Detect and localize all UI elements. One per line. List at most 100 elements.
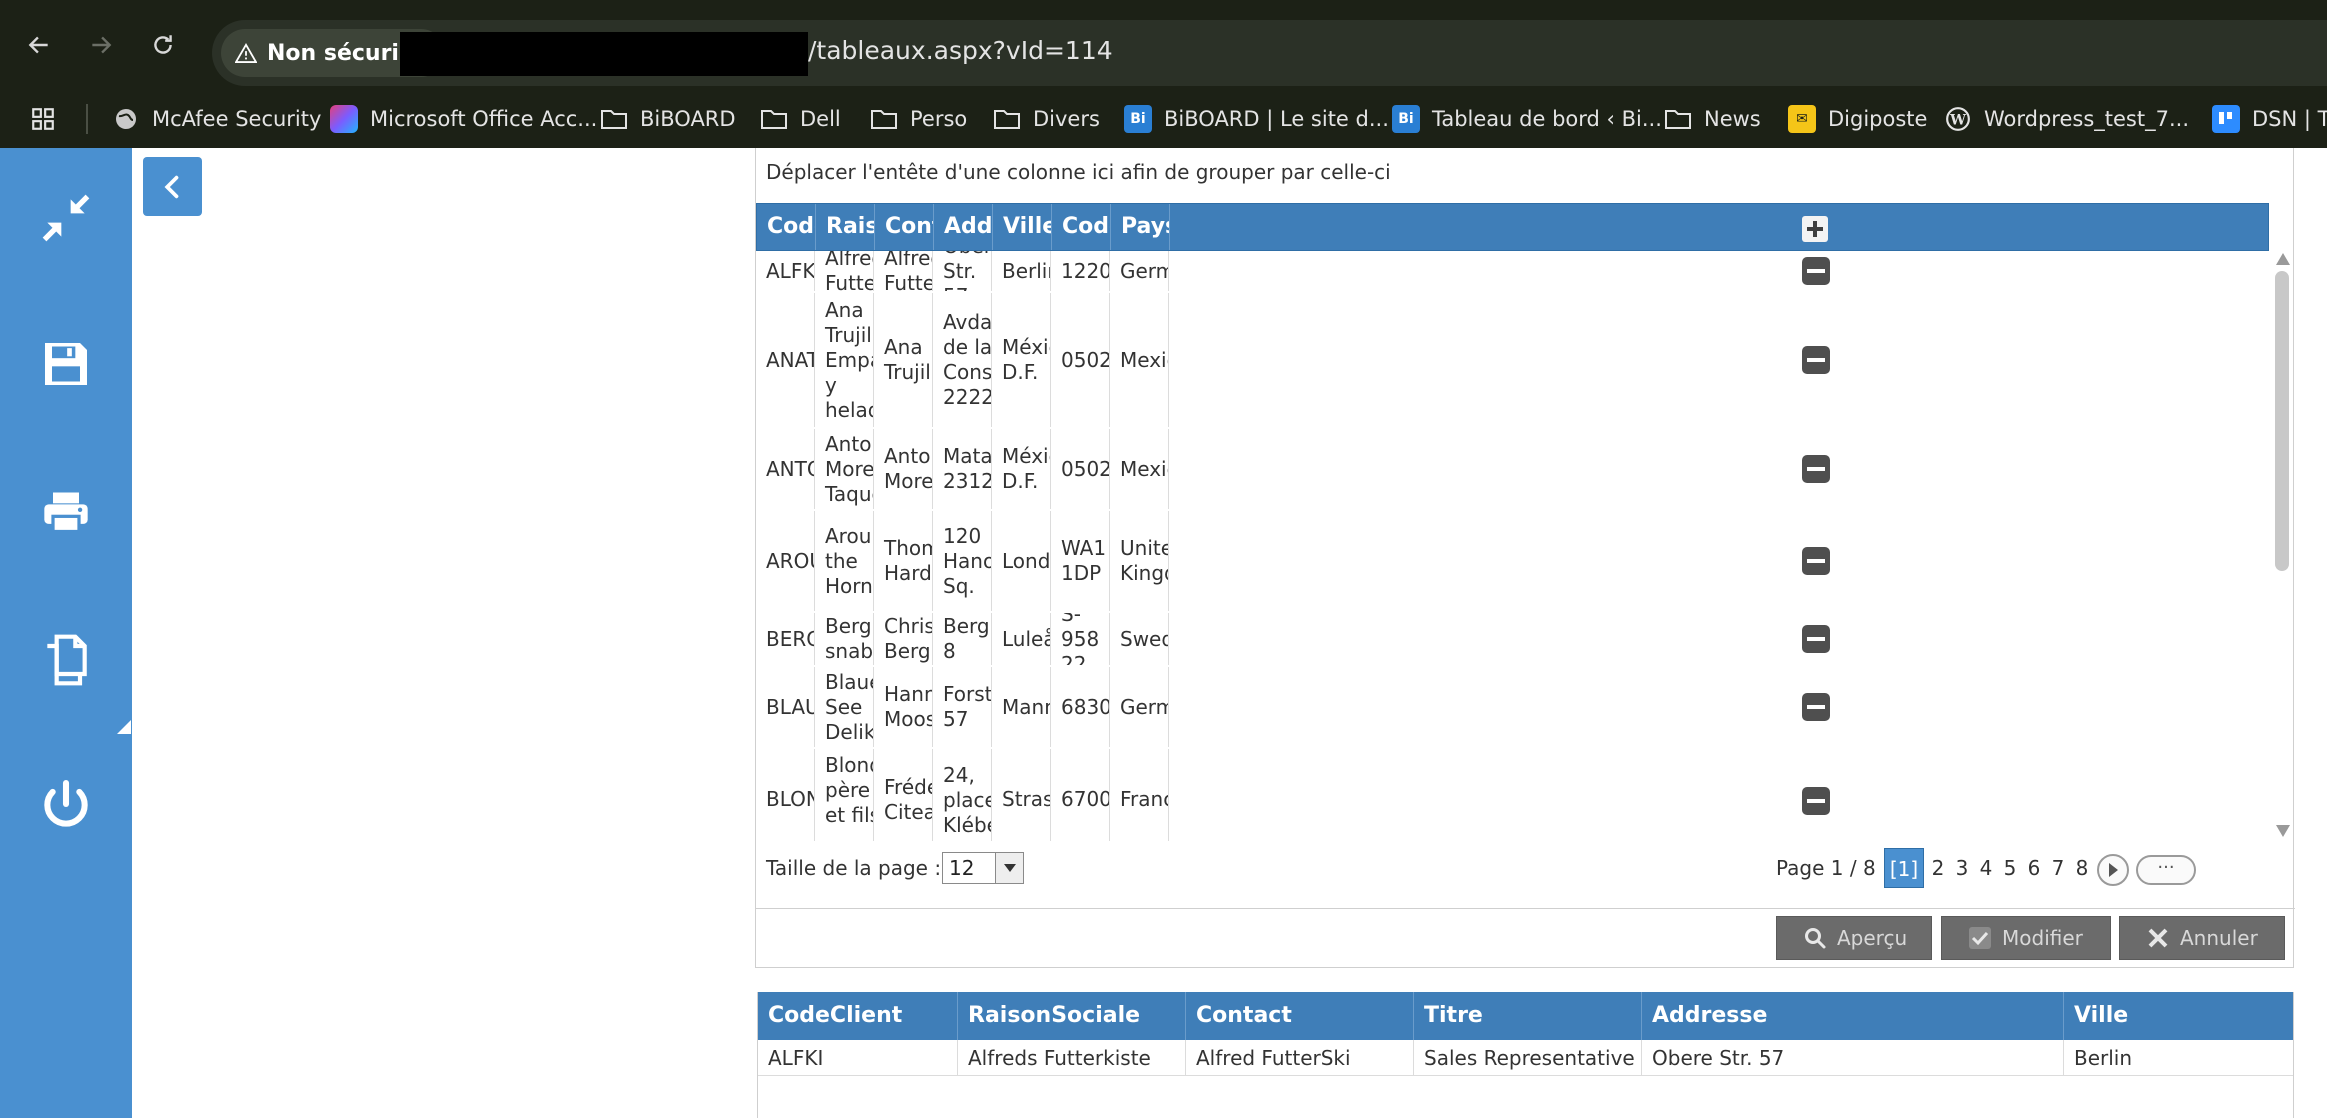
page-current[interactable]: [1] — [1884, 848, 1924, 888]
scroll-down-icon[interactable] — [2276, 825, 2290, 837]
delete-row-icon[interactable] — [1802, 693, 1830, 721]
column-header-pays[interactable]: Pays — [1111, 204, 1170, 250]
save-icon[interactable] — [22, 320, 110, 408]
detail-header-addresse[interactable]: Addresse — [1642, 992, 2064, 1040]
delete-row-icon[interactable] — [1802, 455, 1830, 483]
detail-cell-contact: Alfred FutterSki — [1186, 1040, 1414, 1076]
dropdown-arrow-icon[interactable] — [995, 853, 1023, 883]
bookmark-divers[interactable]: Divers — [993, 90, 1100, 148]
cell-codepostal: 05023 — [1051, 429, 1110, 509]
add-row-icon[interactable] — [1802, 216, 1828, 242]
cell-pays: Germany — [1110, 251, 1169, 291]
warning-icon — [235, 43, 257, 63]
table-row[interactable]: ALFKI Alfreds Futterkiste Alfred FutterS… — [758, 1040, 2293, 1076]
page-link-2[interactable]: 2 — [1926, 848, 1950, 888]
forward-arrow-icon[interactable] — [74, 8, 128, 82]
power-icon[interactable] — [22, 760, 110, 848]
table-row[interactable]: ALFKI Alfreds Futterkiste Alfred FutterS… — [756, 251, 2269, 291]
page-link-6[interactable]: 6 — [2022, 848, 2046, 888]
cell-codeclient: AROUT — [756, 511, 815, 611]
column-header-codeclient[interactable]: CodeClient — [757, 204, 816, 250]
table-row[interactable]: ANATR Ana Trujillo Emparedados y helados… — [756, 293, 2269, 427]
column-header-contact[interactable]: Contact — [875, 204, 934, 250]
wordpress-icon: W — [1944, 105, 1972, 133]
cell-ville: Mannheim — [992, 667, 1051, 747]
bookmark-news[interactable]: News — [1664, 90, 1761, 148]
page-link-5[interactable]: 5 — [1998, 848, 2022, 888]
digiposte-icon: ✉ — [1788, 105, 1816, 133]
page-size-select[interactable]: 12 — [942, 852, 1024, 884]
column-header-codepostal[interactable]: CodePostal — [1052, 204, 1111, 250]
apps-grid-icon[interactable] — [30, 90, 56, 148]
cell-raisonsociale: Around the Horn — [815, 511, 874, 611]
cell-codeclient: ANTON — [756, 429, 815, 509]
bookmark-office[interactable]: Microsoft Office Acc... — [330, 90, 597, 148]
detail-header-raisonsociale[interactable]: RaisonSociale — [958, 992, 1186, 1040]
cell-addresse: Berguvsvägen 8 — [933, 613, 992, 665]
detail-header-titre[interactable]: Titre — [1414, 992, 1642, 1040]
detail-header-contact[interactable]: Contact — [1186, 992, 1414, 1040]
grid-vertical-scrollbar[interactable] — [2273, 251, 2293, 841]
back-arrow-icon[interactable] — [12, 8, 66, 82]
detail-header-ville[interactable]: Ville — [2064, 992, 2293, 1040]
page-link-3[interactable]: 3 — [1950, 848, 1974, 888]
page-link-4[interactable]: 4 — [1974, 848, 1998, 888]
copy-icon[interactable] — [22, 616, 110, 704]
table-row[interactable]: ANTON Antonio Moreno Taquería Antonio Mo… — [756, 429, 2269, 509]
bookmark-dsn[interactable]: DSN | Tr — [2212, 90, 2327, 148]
bookmark-mcafee[interactable]: McAfee Security — [112, 90, 321, 148]
cancel-button[interactable]: Annuler — [2119, 916, 2285, 960]
bookmark-tableau-de-bord[interactable]: Bi Tableau de bord ‹ Bi... — [1392, 90, 1662, 148]
column-header-raisonsociale[interactable]: RaisonSociale — [816, 204, 875, 250]
delete-row-icon[interactable] — [1802, 547, 1830, 575]
bookmark-dell[interactable]: Dell — [760, 90, 841, 148]
cell-contact: Antonio Moreno — [874, 429, 933, 509]
more-pages-button[interactable]: ··· — [2136, 855, 2196, 885]
group-by-panel[interactable]: Déplacer l'entête d'une colonne ici afin… — [766, 160, 1391, 184]
edit-button[interactable]: Modifier — [1941, 916, 2111, 960]
table-row[interactable]: BERGS Berglunds snabbköp Christina Bergl… — [756, 613, 2269, 665]
bi-icon: Bi — [1392, 105, 1420, 133]
delete-row-icon[interactable] — [1802, 787, 1830, 815]
collapse-icon[interactable] — [22, 174, 110, 262]
detail-header-codeclient[interactable]: CodeClient — [758, 992, 958, 1040]
bookmark-digiposte[interactable]: ✉ Digiposte — [1788, 90, 1927, 148]
sidebar-caret-icon — [117, 720, 131, 734]
delete-row-icon[interactable] — [1802, 625, 1830, 653]
delete-row-icon[interactable] — [1802, 346, 1830, 374]
column-header-addresse[interactable]: Addresse — [934, 204, 993, 250]
cell-codeclient: ANATR — [756, 293, 815, 427]
office-icon — [330, 105, 358, 133]
table-row[interactable]: BLAUS Blauer See Delikatessen Hanna Moos… — [756, 667, 2269, 747]
scroll-up-icon[interactable] — [2276, 253, 2290, 265]
table-row[interactable]: AROUT Around the Horn Thomas Hardy 120 H… — [756, 511, 2269, 611]
address-row: Non sécurisé /tableaux.aspx?vId=114 — [0, 8, 2327, 86]
bookmarks-divider — [86, 104, 88, 134]
cell-codeclient: ALFKI — [756, 251, 815, 291]
address-bar[interactable]: Non sécurisé /tableaux.aspx?vId=114 — [212, 20, 2327, 86]
bookmark-wordpress[interactable]: W Wordpress_test_7... — [1944, 90, 2189, 148]
column-header-ville[interactable]: Ville — [993, 204, 1052, 250]
cell-addresse: 120 Hanover Sq. — [933, 511, 992, 611]
cell-codepostal: 12209 — [1051, 251, 1110, 291]
print-icon[interactable] — [22, 468, 110, 556]
delete-row-icon[interactable] — [1802, 257, 1830, 285]
cell-codepostal: WA1 1DP — [1051, 511, 1110, 611]
selected-row-detail-table: CodeClient RaisonSociale Contact Titre A… — [757, 992, 2294, 1118]
page-link-8[interactable]: 8 — [2070, 848, 2094, 888]
bookmark-biboard[interactable]: BiBOARD — [600, 90, 736, 148]
cell-ville: Berlin — [992, 251, 1051, 291]
search-icon — [1805, 928, 1826, 949]
bookmark-perso[interactable]: Perso — [870, 90, 967, 148]
page-link-7[interactable]: 7 — [2046, 848, 2070, 888]
next-page-icon[interactable] — [2097, 854, 2129, 886]
bookmark-biboard-site[interactable]: Bi BiBOARD | Le site d... — [1124, 90, 1389, 148]
grid-header: CodeClient RaisonSociale Contact Address… — [756, 203, 2269, 251]
close-icon — [2148, 928, 2168, 948]
url-text[interactable]: /tableaux.aspx?vId=114 — [808, 36, 1113, 65]
back-button[interactable] — [143, 157, 202, 216]
reload-icon[interactable] — [136, 8, 190, 82]
table-row[interactable]: BLONP Blondesddsl père et fils Frédériqu… — [756, 749, 2269, 841]
scroll-thumb[interactable] — [2275, 271, 2289, 571]
preview-button[interactable]: Aperçu — [1776, 916, 1932, 960]
